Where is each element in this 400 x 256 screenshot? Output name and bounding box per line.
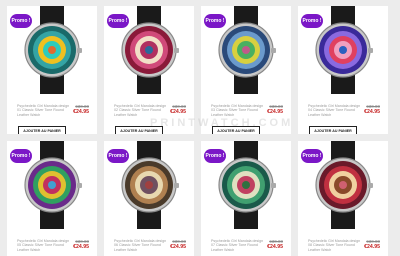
promo-badge: Promo !	[107, 149, 129, 163]
product-card[interactable]: Promo ! Psychedelic Girl Mandala design …	[7, 6, 97, 134]
promo-badge: Promo !	[301, 149, 323, 163]
sale-price: €24.95	[73, 244, 89, 250]
product-title[interactable]: Psychedelic Girl Mandala design 07 Class…	[211, 239, 266, 252]
product-card[interactable]: Promo ! Psychedelic Girl Mandala design …	[201, 6, 291, 134]
product-card[interactable]: Promo ! Psychedelic Girl Mandala design …	[104, 141, 194, 256]
sale-price: €24.95	[364, 244, 380, 250]
product-title[interactable]: Psychedelic Girl Mandala design 01 Class…	[17, 104, 72, 117]
sale-price: €24.95	[73, 109, 89, 115]
product-card[interactable]: Promo ! Psychedelic Girl Mandala design …	[104, 6, 194, 134]
sale-price: €24.95	[170, 109, 186, 115]
promo-badge: Promo !	[301, 14, 323, 28]
product-card[interactable]: Promo ! Psychedelic Girl Mandala design …	[201, 141, 291, 256]
sale-price: €24.95	[170, 244, 186, 250]
product-title[interactable]: Psychedelic Girl Mandala design 06 Class…	[114, 239, 169, 252]
add-to-cart-button[interactable]: AJOUTER AU PANIER	[18, 126, 66, 134]
sale-price: €24.95	[364, 109, 380, 115]
add-to-cart-button[interactable]: AJOUTER AU PANIER	[309, 126, 357, 134]
product-card[interactable]: Promo ! Psychedelic Girl Mandala design …	[298, 141, 388, 256]
product-card[interactable]: Promo ! Psychedelic Girl Mandala design …	[7, 141, 97, 256]
product-title[interactable]: Psychedelic Girl Mandala design 04 Class…	[308, 104, 363, 117]
sale-price: €24.95	[267, 244, 283, 250]
promo-badge: Promo !	[10, 149, 32, 163]
product-title[interactable]: Psychedelic Girl Mandala design 05 Class…	[17, 239, 72, 252]
product-title[interactable]: Psychedelic Girl Mandala design 03 Class…	[211, 104, 266, 117]
watermark: PRINTWATCH.COM	[150, 117, 294, 129]
promo-badge: Promo !	[204, 149, 226, 163]
promo-badge: Promo !	[10, 14, 32, 28]
product-card[interactable]: Promo ! Psychedelic Girl Mandala design …	[298, 6, 388, 134]
promo-badge: Promo !	[107, 14, 129, 28]
sale-price: €24.95	[267, 109, 283, 115]
product-title[interactable]: Psychedelic Girl Mandala design 08 Class…	[308, 239, 363, 252]
product-title[interactable]: Psychedelic Girl Mandala design 02 Class…	[114, 104, 169, 117]
promo-badge: Promo !	[204, 14, 226, 28]
